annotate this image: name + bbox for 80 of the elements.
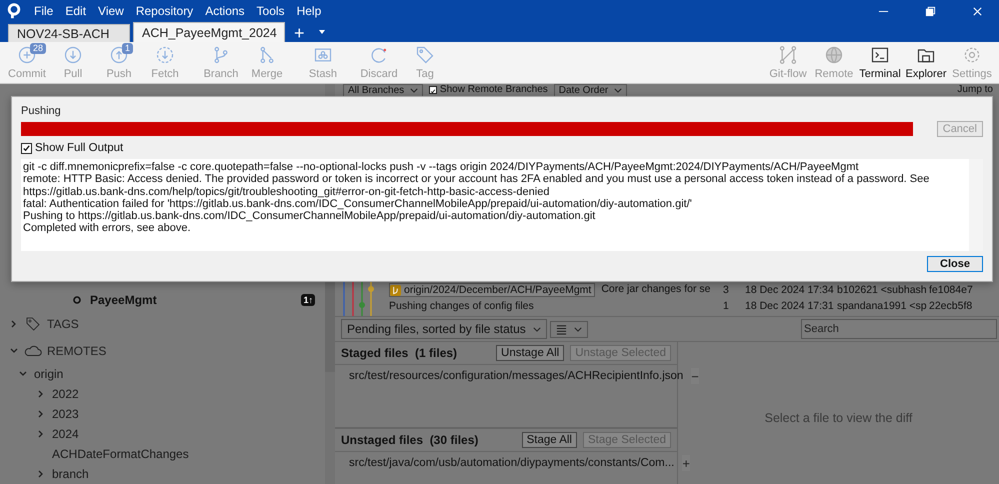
branch-icon xyxy=(390,284,401,296)
stage-button[interactable]: Unstage All xyxy=(496,345,564,361)
checkbox[interactable] xyxy=(21,142,32,154)
file-path[interactable]: src/test/resources/configuration/messages/ACHRecipientInfo.json xyxy=(349,370,684,382)
scrollbar-thumb[interactable] xyxy=(325,282,335,372)
count-badge: 1 xyxy=(122,43,134,54)
table-cell: fe1084e7 xyxy=(929,284,973,296)
current-branch-icon xyxy=(72,295,82,305)
caret-icon xyxy=(532,326,541,332)
toolbar-button[interactable]: Explorer xyxy=(903,45,949,80)
tree-item[interactable]: 2024 xyxy=(52,427,79,441)
repo-tab[interactable]: NOV24-SB-ACH xyxy=(8,24,130,42)
push-icon xyxy=(109,45,129,65)
caret-icon xyxy=(614,88,622,93)
menu-item[interactable]: Repository xyxy=(136,4,194,18)
section-title: Unstaged files (30 files) xyxy=(341,433,478,447)
table-cell-text: 18 Dec 2024 17:34 xyxy=(745,284,835,296)
jump-to-label: Jump to xyxy=(957,84,994,95)
stage-button[interactable]: Stage All xyxy=(522,432,577,448)
count-badge: 28 xyxy=(30,43,46,54)
settings-icon xyxy=(962,45,982,65)
menu-item[interactable]: Tools xyxy=(256,4,285,18)
menu-item[interactable]: View xyxy=(98,4,124,18)
chevron-down-icon[interactable] xyxy=(9,346,19,356)
table-cell-text: 18 Dec 2024 17:31 xyxy=(745,300,835,312)
tag-icon xyxy=(415,45,435,65)
tree-item[interactable]: ACHDateFormatChanges xyxy=(52,447,189,461)
output-line: git -c diff.mnemonicprefix=false -c core.quotepath=false --no-optional-locks push -v --tags origin 2024/DIYPayments/ACH/PayeeMgmt:2024/DIYPayments/ACH/PayeeMgmt xyxy=(23,161,860,174)
tree-item[interactable]: 2023 xyxy=(52,407,79,421)
terminal-icon xyxy=(870,45,890,65)
close-icon[interactable] xyxy=(972,6,983,16)
table-cell-text: 3 xyxy=(723,284,730,296)
globe-icon xyxy=(824,45,844,65)
fetch-icon xyxy=(155,45,175,65)
menu-item[interactable]: Help xyxy=(296,4,322,18)
menu-item[interactable]: Actions xyxy=(205,4,245,18)
commit-message: Core jar changes for se xyxy=(601,283,710,297)
stage-button[interactable]: + xyxy=(682,455,690,471)
checkbox-label: Show Full Output xyxy=(35,142,124,154)
toolbar-button[interactable]: Terminal xyxy=(857,45,903,80)
tree-item[interactable]: branch xyxy=(52,467,89,481)
tree-item[interactable]: 2022 xyxy=(52,387,79,401)
empty-diff-message: Select a file to view the diff xyxy=(764,411,912,425)
table-cell-text: spandana1991 <sp xyxy=(837,300,928,312)
checkbox-label: Show Remote Branches xyxy=(440,84,548,95)
search-field[interactable]: Search xyxy=(801,319,997,339)
section-header[interactable]: REMOTES xyxy=(47,344,106,358)
table-cell-text: 1 xyxy=(723,300,730,312)
commit-message: Pushing changes of config files xyxy=(389,300,534,312)
checkbox[interactable] xyxy=(428,86,437,94)
caret-icon xyxy=(410,88,418,93)
repo-tab[interactable]: ACH_PayeeMgmt_2024 xyxy=(133,22,285,42)
close-button[interactable]: Close xyxy=(927,256,983,272)
pull-icon xyxy=(63,45,83,65)
dialog-title: Pushing xyxy=(21,105,62,119)
section-header[interactable]: TAGS xyxy=(47,316,79,330)
unstage-button[interactable]: − xyxy=(691,368,699,384)
restore-icon[interactable] xyxy=(925,6,936,16)
view-mode-dropdown[interactable] xyxy=(550,320,588,338)
caret-icon xyxy=(574,326,582,332)
discard-icon xyxy=(369,45,389,65)
section-title: Staged files (1 files) xyxy=(341,346,458,360)
branch-tag[interactable]: origin/2024/December/ACH/PayeeMgmt xyxy=(389,283,596,297)
file-path[interactable]: src/test/java/com/usb/automation/diypayments/constants/Com... xyxy=(349,457,674,469)
current-branch-item[interactable]: PayeeMgmt xyxy=(90,293,302,307)
table-cell: 22ecb5f8 xyxy=(929,300,972,312)
menu-item[interactable]: Edit xyxy=(65,4,86,18)
output-line: fatal: Authentication failed for 'https://gitlab.us.bank-dns.com/IDC_ConsumerChannelMobileApp/prepaid/ui-automation/diy-automation.git/' xyxy=(23,198,693,210)
app-logo-icon xyxy=(6,3,22,19)
list-icon xyxy=(556,324,567,334)
tree-item[interactable]: origin xyxy=(34,367,64,381)
new-tab-button[interactable]: + xyxy=(288,24,311,42)
output-line: Pushing to https://gitlab.us.bank-dns.com/IDC_ConsumerChannelMobileApp/prepaid/ui-automation/diy-automation.git xyxy=(23,210,596,222)
git-flow-icon xyxy=(778,45,798,65)
ahead-badge: 1↑ xyxy=(301,294,315,306)
pending-filter-dropdown[interactable]: Pending files, sorted by file status xyxy=(341,319,547,339)
output-line: Completed with errors, see above. xyxy=(23,222,192,235)
menu-item[interactable]: File xyxy=(34,4,54,18)
tag-icon xyxy=(24,316,42,332)
table-cell-text: b102621 <subhash xyxy=(837,284,928,296)
